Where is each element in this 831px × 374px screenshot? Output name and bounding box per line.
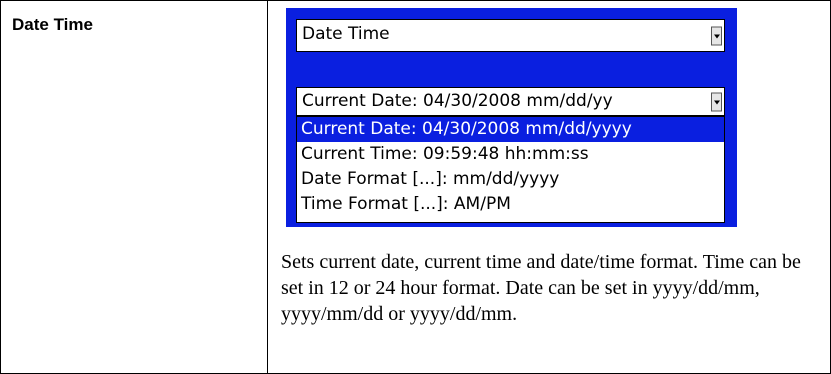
device-screenshot: Date Time Current Date: 04/30/2008 mm/dd… <box>286 8 737 227</box>
date-time-options-list: Current Date: 04/30/2008 mm/dd/yyyy Curr… <box>296 116 725 223</box>
settings-table: Date Time Date Time Current Date: 04/30/… <box>0 0 831 374</box>
date-time-value: Current Date: 04/30/2008 mm/dd/yy <box>302 91 613 111</box>
list-item[interactable]: Current Date: 04/30/2008 mm/dd/yyyy <box>297 117 724 142</box>
date-time-dropdown[interactable]: Current Date: 04/30/2008 mm/dd/yy <box>296 87 725 116</box>
setting-description: Sets current date, current time and date… <box>281 251 801 325</box>
setting-label: Date Time <box>12 15 93 34</box>
list-item[interactable]: Time Format [...]: AM/PM <box>297 192 724 217</box>
list-item[interactable]: Date Format [...]: mm/dd/yyyy <box>297 167 724 192</box>
main-menu-value: Date Time <box>302 24 390 44</box>
chevron-down-icon[interactable] <box>711 26 722 45</box>
column-divider <box>267 1 268 373</box>
main-menu-dropdown[interactable]: Date Time <box>296 19 725 52</box>
chevron-down-icon[interactable] <box>711 92 722 111</box>
list-item[interactable]: Current Time: 09:59:48 hh:mm:ss <box>297 142 724 167</box>
